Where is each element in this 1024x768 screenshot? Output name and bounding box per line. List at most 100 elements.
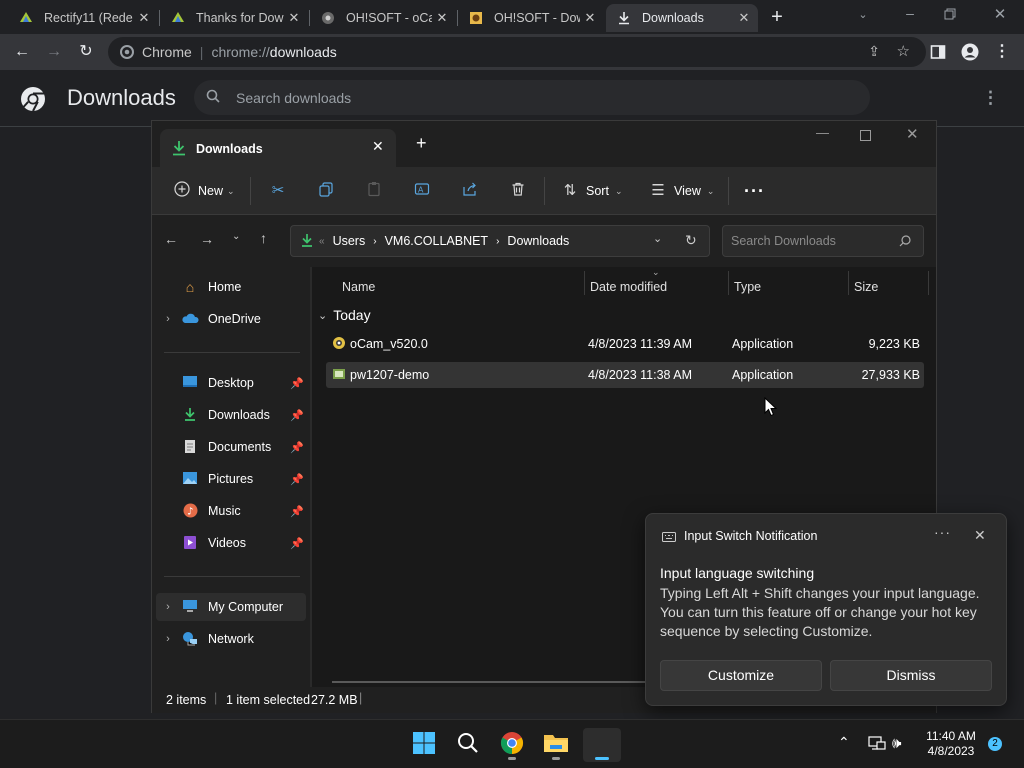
- share-icon[interactable]: ⇪: [868, 43, 880, 60]
- more-options-icon[interactable]: ···: [744, 179, 765, 203]
- view-button[interactable]: ☰ View ⌄: [648, 179, 714, 203]
- horizontal-scrollbar[interactable]: [332, 681, 652, 683]
- volume-icon[interactable]: 🕪: [892, 735, 901, 752]
- paste-button[interactable]: [364, 179, 384, 203]
- nav-item-desktop[interactable]: Desktop 📌: [156, 369, 306, 397]
- delete-button[interactable]: [508, 179, 528, 203]
- close-icon[interactable]: ✕: [372, 138, 384, 155]
- maximize-button[interactable]: [860, 128, 872, 141]
- clock[interactable]: 11:40 AM 4/8/2023: [920, 729, 982, 759]
- nav-item-home[interactable]: ⌂ Home: [156, 273, 306, 301]
- restore-button[interactable]: [944, 7, 964, 25]
- reload-icon[interactable]: ↻: [76, 42, 96, 62]
- pin-icon[interactable]: 📌: [290, 441, 304, 454]
- refresh-icon[interactable]: ↻: [685, 232, 697, 249]
- close-icon[interactable]: ✕: [284, 10, 304, 26]
- close-window-button[interactable]: ✕: [906, 125, 919, 143]
- nav-item-onedrive[interactable]: › OneDrive: [156, 305, 306, 333]
- close-icon[interactable]: ✕: [734, 10, 754, 26]
- chrome-menu-icon[interactable]: ⋮: [992, 42, 1012, 62]
- file-row-selected[interactable]: pw1207-demo 4/8/2023 11:38 AM Applicatio…: [326, 362, 924, 388]
- breadcrumb-users[interactable]: Users: [333, 234, 366, 248]
- address-dropdown-chevron-icon[interactable]: ⌄: [653, 232, 662, 245]
- network-status-icon[interactable]: [868, 736, 886, 757]
- back-arrow-icon[interactable]: ←: [12, 42, 32, 62]
- cut-button[interactable]: ✂: [268, 179, 288, 203]
- nav-item-pictures[interactable]: Pictures 📌: [156, 465, 306, 493]
- browser-tab-downloads[interactable]: Downloads ✕: [606, 4, 758, 32]
- nav-item-network[interactable]: › Network: [156, 625, 306, 653]
- minimize-button[interactable]: —: [816, 125, 829, 140]
- minimize-button[interactable]: –: [900, 5, 920, 23]
- column-header-date[interactable]: Date modified: [590, 275, 667, 299]
- browser-tab-ohsoft-download[interactable]: OH!SOFT - Dow ✕: [458, 4, 604, 32]
- taskbar-active-app[interactable]: [583, 728, 621, 762]
- profile-icon[interactable]: [960, 42, 980, 62]
- breadcrumb-downloads[interactable]: Downloads: [507, 234, 569, 248]
- pin-icon[interactable]: 📌: [290, 377, 304, 390]
- column-divider[interactable]: [584, 271, 585, 295]
- pin-icon[interactable]: 📌: [290, 537, 304, 550]
- chevron-right-icon[interactable]: ›: [156, 313, 180, 325]
- nav-item-documents[interactable]: Documents 📌: [156, 433, 306, 461]
- chevron-up-icon[interactable]: ⌃: [838, 734, 850, 751]
- more-options-icon[interactable]: ···: [934, 524, 951, 540]
- forward-arrow-icon[interactable]: →: [44, 42, 64, 62]
- copy-button[interactable]: [316, 179, 336, 203]
- recent-locations-chevron-icon[interactable]: ⌄: [232, 231, 240, 242]
- pin-icon[interactable]: 📌: [290, 473, 304, 486]
- taskbar-file-explorer[interactable]: [539, 728, 573, 762]
- close-icon[interactable]: ✕: [432, 10, 452, 26]
- search-button[interactable]: [451, 728, 485, 762]
- sort-button[interactable]: ⇅ Sort ⌄: [560, 179, 623, 203]
- column-divider[interactable]: [928, 271, 929, 295]
- downloads-search-input[interactable]: Search downloads: [194, 80, 870, 115]
- rename-button[interactable]: A: [412, 179, 432, 203]
- close-icon[interactable]: ✕: [134, 10, 154, 26]
- browser-tab-ohsoft-ocam[interactable]: OH!SOFT - oCa ✕: [310, 4, 456, 32]
- column-header-type[interactable]: Type: [734, 275, 761, 299]
- new-tab-button[interactable]: +: [416, 133, 427, 154]
- new-tab-button[interactable]: +: [766, 7, 788, 27]
- forward-arrow-icon[interactable]: →: [200, 231, 214, 247]
- breadcrumb-user[interactable]: VM6.COLLABNET: [385, 234, 489, 248]
- pin-icon[interactable]: 📌: [290, 409, 304, 422]
- up-arrow-icon[interactable]: ↑: [260, 230, 267, 246]
- column-header-size[interactable]: Size: [854, 275, 878, 299]
- nav-item-my-computer[interactable]: › My Computer: [156, 593, 306, 621]
- address-bar[interactable]: « Users › VM6.COLLABNET › Downloads ⌄ ↻: [290, 225, 710, 257]
- downloads-menu-icon[interactable]: ⋮: [982, 88, 999, 108]
- dismiss-button[interactable]: Dismiss: [830, 660, 992, 691]
- column-divider[interactable]: [728, 271, 729, 295]
- file-row[interactable]: oCam_v520.0 4/8/2023 11:39 AM Applicatio…: [326, 331, 924, 357]
- notification-badge[interactable]: 2: [988, 737, 1002, 751]
- explorer-search-input[interactable]: Search Downloads: [722, 225, 924, 257]
- back-arrow-icon[interactable]: ←: [164, 231, 178, 247]
- taskbar-chrome[interactable]: [495, 728, 529, 762]
- group-header-today[interactable]: ⌄ Today: [318, 303, 371, 327]
- close-icon[interactable]: ✕: [974, 527, 986, 544]
- start-button[interactable]: [407, 728, 441, 762]
- nav-item-downloads[interactable]: Downloads 📌: [156, 401, 306, 429]
- close-icon[interactable]: ✕: [580, 10, 600, 26]
- explorer-tab-downloads[interactable]: Downloads ✕: [160, 129, 396, 169]
- chevron-right-icon[interactable]: ›: [156, 633, 180, 645]
- browser-tab-thanks[interactable]: Thanks for Dow ✕: [160, 4, 308, 32]
- pin-icon[interactable]: 📌: [290, 505, 304, 518]
- nav-item-videos[interactable]: Videos 📌: [156, 529, 306, 557]
- ocam-app-icon: [332, 336, 346, 352]
- customize-button[interactable]: Customize: [660, 660, 822, 691]
- breadcrumb-overflow-icon[interactable]: «: [319, 236, 325, 247]
- bookmark-star-icon[interactable]: ☆: [897, 42, 910, 60]
- column-divider[interactable]: [848, 271, 849, 295]
- share-button[interactable]: [460, 179, 480, 203]
- browser-tab-rectify11[interactable]: Rectify11 (Rede ✕: [8, 4, 158, 32]
- side-panel-icon[interactable]: [928, 42, 948, 62]
- omnibox[interactable]: Chrome | chrome:// downloads ⇪ ☆: [108, 37, 926, 67]
- column-header-name[interactable]: Name: [342, 275, 375, 299]
- close-window-button[interactable]: ✕: [990, 5, 1010, 23]
- nav-item-music[interactable]: ♪ Music 📌: [156, 497, 306, 525]
- new-button[interactable]: New ⌄: [172, 179, 235, 203]
- chevron-right-icon[interactable]: ›: [156, 601, 180, 613]
- tab-search-chevron-icon[interactable]: ⌄: [852, 8, 874, 26]
